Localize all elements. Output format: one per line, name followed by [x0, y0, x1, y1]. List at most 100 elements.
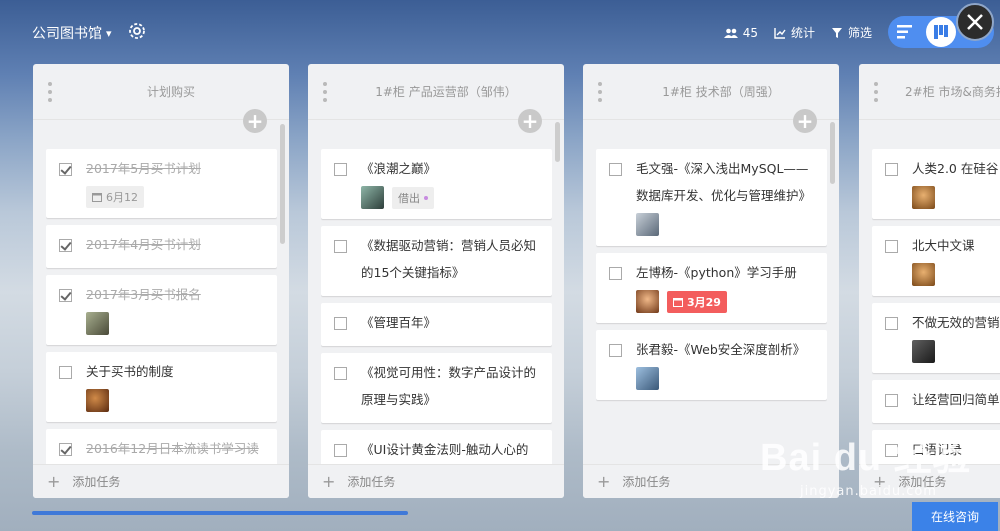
task-checkbox[interactable] [59, 163, 72, 176]
calendar-icon [92, 193, 102, 202]
task-checkbox[interactable] [334, 163, 347, 176]
people-icon [723, 28, 738, 38]
horizontal-scrollbar[interactable] [32, 511, 408, 515]
list-view-button[interactable] [892, 19, 918, 45]
task-card[interactable]: 让经营回归简单 [872, 380, 1000, 423]
scrollbar[interactable] [830, 122, 835, 184]
task-checkbox[interactable] [885, 444, 898, 457]
task-checkbox[interactable] [885, 240, 898, 253]
avatar [636, 367, 659, 390]
column-menu-icon[interactable] [873, 82, 879, 102]
task-checkbox[interactable] [609, 267, 622, 280]
column-menu-icon[interactable] [322, 82, 328, 102]
task-card[interactable]: 2017年5月买书计划 6月12 [46, 149, 277, 218]
add-card-button[interactable]: + [243, 109, 267, 133]
scrollbar[interactable] [280, 124, 285, 244]
task-card[interactable]: 不做无效的营销 [872, 303, 1000, 373]
task-checkbox[interactable] [59, 366, 72, 379]
task-title: 不做无效的营销 [912, 315, 1000, 330]
column-title: 1#柜 技术部（周强） [662, 85, 780, 99]
task-card[interactable]: 《视觉可用性：数字产品设计的原理与实践》 [321, 353, 552, 423]
task-checkbox[interactable] [59, 289, 72, 302]
add-task-footer[interactable]: + 添加任务 [583, 464, 839, 498]
add-task-footer[interactable]: + 添加任务 [33, 464, 289, 498]
online-consult-button[interactable]: 在线咨询 [912, 502, 998, 531]
task-checkbox[interactable] [334, 317, 347, 330]
avatar [912, 263, 935, 286]
task-card[interactable]: 人类2.0 在硅谷 [872, 149, 1000, 219]
avatar [912, 186, 935, 209]
task-title: 2017年3月买书报名 [86, 287, 201, 302]
task-card[interactable]: 《UI设计黄金法则-触动人心的 [321, 430, 552, 464]
task-title: 张君毅-《Web安全深度剖析》 [636, 342, 806, 357]
close-icon [967, 14, 983, 30]
task-title: 《浪潮之巅》 [361, 161, 437, 176]
member-count: 45 [742, 25, 758, 40]
task-card[interactable]: 《管理百年》 [321, 303, 552, 346]
add-card-button[interactable]: + [793, 109, 817, 133]
task-title: 左博杨-《python》学习手册 [636, 265, 797, 280]
plus-icon: + [873, 472, 887, 491]
task-checkbox[interactable] [885, 394, 898, 407]
task-checkbox[interactable] [609, 163, 622, 176]
add-task-label: 添加任务 [72, 475, 121, 489]
chevron-down-icon: ▾ [106, 26, 112, 40]
task-checkbox[interactable] [334, 367, 347, 380]
task-card[interactable]: 毛文强-《深入浅出MySQL——数据库开发、优化与管理维护》 [596, 149, 827, 246]
add-task-footer[interactable]: + 添加任务 [308, 464, 564, 498]
board-column: 1#柜 产品运营部（邹伟） + 《浪潮之巅》 借出 《数据驱动营销：营销人员必知… [308, 64, 564, 498]
task-title: 让经营回归简单 [912, 392, 1000, 407]
task-checkbox[interactable] [885, 317, 898, 330]
board-column: 计划购买 + 2017年5月买书计划 6月12 2017年4月买书计划 2017… [33, 64, 289, 498]
plus-icon: + [322, 472, 336, 491]
task-checkbox[interactable] [59, 443, 72, 456]
add-card-button[interactable]: + [518, 109, 542, 133]
add-task-label: 添加任务 [347, 475, 396, 489]
task-card[interactable]: 北大中文课 [872, 226, 1000, 296]
column-menu-icon[interactable] [47, 82, 53, 102]
task-card[interactable]: 《浪潮之巅》 借出 [321, 149, 552, 219]
task-card[interactable]: 关于买书的制度 [46, 352, 277, 422]
avatar [86, 389, 109, 412]
task-card[interactable]: 2017年3月买书报名 [46, 275, 277, 345]
close-button[interactable] [956, 3, 994, 41]
due-date-text: 3月29 [687, 295, 721, 309]
task-checkbox[interactable] [609, 344, 622, 357]
task-checkbox[interactable] [59, 239, 72, 252]
column-title: 1#柜 产品运营部（邹伟） [375, 85, 517, 99]
gear-icon[interactable] [127, 21, 147, 41]
stats-label: 统计 [790, 26, 815, 40]
add-task-label: 添加任务 [622, 475, 671, 489]
task-title: 人类2.0 在硅谷 [912, 161, 999, 176]
task-card[interactable]: 2016年12月日本流读书学习读 [46, 429, 277, 464]
stats-button[interactable]: 统计 [774, 24, 815, 41]
filter-button[interactable]: 筛选 [831, 24, 872, 41]
add-task-footer[interactable]: + 添加任务 [859, 464, 1000, 498]
task-title: 2016年12月日本流读书学习读 [86, 441, 259, 456]
column-menu-icon[interactable] [597, 82, 603, 102]
task-title: 《数据驱动营销：营销人员必知的15个关键指标》 [361, 238, 537, 280]
board-view-button[interactable] [926, 17, 956, 47]
task-card[interactable]: 2017年4月买书计划 [46, 225, 277, 268]
status-tag-text: 借出 [398, 191, 420, 205]
task-card[interactable]: 张君毅-《Web安全深度剖析》 [596, 330, 827, 400]
column-title: 2#柜 市场&商务拓 [905, 85, 1000, 99]
task-checkbox[interactable] [334, 240, 347, 253]
task-title: 毛文强-《深入浅出MySQL——数据库开发、优化与管理维护》 [636, 161, 812, 203]
task-checkbox[interactable] [334, 444, 347, 457]
avatar [636, 290, 659, 313]
task-title: 《UI设计黄金法则-触动人心的 [361, 442, 529, 457]
scrollbar[interactable] [555, 122, 560, 162]
board-column: 1#柜 技术部（周强） + 毛文强-《深入浅出MySQL——数据库开发、优化与管… [583, 64, 839, 498]
board-icon [934, 25, 948, 39]
plus-icon: + [597, 472, 611, 491]
board-column: 2#柜 市场&商务拓 人类2.0 在硅谷 北大中文课 不做无效的营销 让经营回归… [859, 64, 1000, 498]
members-button[interactable]: 45 [723, 25, 758, 40]
avatar [86, 312, 109, 335]
task-card[interactable]: 《数据驱动营销：营销人员必知的15个关键指标》 [321, 226, 552, 296]
task-checkbox[interactable] [885, 163, 898, 176]
plus-icon: + [47, 472, 61, 491]
task-card[interactable]: 左博杨-《python》学习手册 3月29 [596, 253, 827, 323]
library-switcher[interactable]: 公司图书馆 ▾ [32, 23, 112, 43]
task-card[interactable]: 口语记录 [872, 430, 1000, 464]
